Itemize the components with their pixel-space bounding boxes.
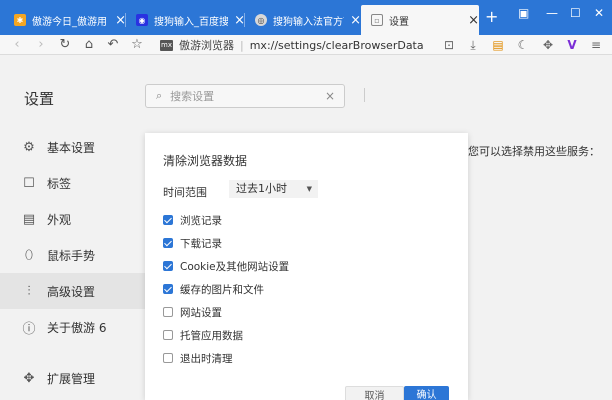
checkbox[interactable] bbox=[163, 215, 173, 225]
cancel-button[interactable]: 取消 bbox=[345, 386, 404, 400]
extensions-icon[interactable]: ✥ bbox=[540, 36, 556, 54]
checkbox[interactable] bbox=[163, 238, 173, 248]
option-label: 浏览记录 bbox=[180, 214, 222, 227]
window-close-icon[interactable]: ✕ bbox=[594, 6, 604, 20]
sidebar-item-label: 外观 bbox=[47, 212, 72, 227]
home-icon[interactable]: ⌂ bbox=[80, 36, 98, 54]
sidebar-item-label: 关于傲游 6 bbox=[47, 320, 107, 335]
tab-bar: ✱ 傲游今日_傲游用 × ◉ 搜狗输入_百度搜 × ◎ 搜狗输入法官方下 × ▫… bbox=[0, 0, 612, 35]
sidebar-item-basic[interactable]: ⚙ 基本设置 bbox=[0, 129, 145, 165]
maxthon-badge-icon: mx bbox=[160, 39, 173, 51]
sidebar-item-extensions[interactable]: ✥ 扩展管理 bbox=[0, 360, 145, 396]
address-bar[interactable]: mx 傲游浏览器 | mx://settings/clearBrowserDat… bbox=[160, 35, 430, 55]
option-site-settings[interactable]: 网站设置 bbox=[163, 305, 222, 319]
sidebar-item-label: 基本设置 bbox=[47, 140, 96, 155]
screenshot-icon[interactable]: ⊡ bbox=[441, 36, 457, 54]
info-icon: ⓘ bbox=[22, 321, 36, 337]
appearance-icon: ▤ bbox=[22, 211, 36, 227]
sidebar-item-mouse-gestures[interactable]: ⬯ 鼠标手势 bbox=[0, 237, 145, 273]
option-label: 退出时清理 bbox=[180, 352, 233, 365]
tab-label: 设置 bbox=[389, 16, 409, 28]
tab-sogou[interactable]: ◎ 搜狗输入法官方下 × bbox=[245, 5, 361, 35]
background-setting-text: 您可以选择禁用这些服务： bbox=[468, 145, 600, 158]
time-range-select[interactable]: 过去1小时 ▼ bbox=[229, 180, 318, 198]
sidebar-item-tabs[interactable]: ☐ 标签 bbox=[0, 165, 145, 201]
mouse-icon: ⬯ bbox=[24, 247, 34, 263]
tab-baidu[interactable]: ◉ 搜狗输入_百度搜 × bbox=[126, 5, 245, 35]
checkbox[interactable] bbox=[163, 353, 173, 363]
back-icon[interactable]: ‹ bbox=[8, 36, 26, 54]
sliders-icon: ⫶ bbox=[27, 283, 31, 299]
address-app-name: 傲游浏览器 bbox=[179, 39, 234, 52]
search-input[interactable]: ⌕ 搜索设置 × bbox=[145, 84, 345, 108]
checkbox[interactable] bbox=[163, 261, 173, 271]
option-hosted-app-data[interactable]: 托管应用数据 bbox=[163, 328, 243, 342]
night-mode-icon[interactable]: ☾ bbox=[515, 36, 531, 54]
sidebar-item-advanced[interactable]: ⫶ 高级设置 bbox=[0, 273, 145, 309]
window-menu-icon[interactable]: ▣ bbox=[518, 6, 529, 20]
checkbox[interactable] bbox=[163, 330, 173, 340]
star-icon[interactable]: ☆ bbox=[128, 36, 146, 54]
sidebar-item-label: 扩展管理 bbox=[47, 371, 96, 386]
option-download-history[interactable]: 下载记录 bbox=[163, 236, 222, 250]
maxthon-logo-icon[interactable]: V bbox=[564, 36, 580, 54]
checkbox[interactable] bbox=[163, 307, 173, 317]
download-icon[interactable]: ⤓ bbox=[465, 36, 481, 54]
tab-maxthon-today[interactable]: ✱ 傲游今日_傲游用 × bbox=[4, 5, 126, 35]
sidebar-item-about[interactable]: ⓘ 关于傲游 6 bbox=[0, 309, 145, 345]
search-placeholder: 搜索设置 bbox=[170, 90, 215, 103]
confirm-button[interactable]: 确认 bbox=[404, 386, 449, 400]
globe-icon: ◎ bbox=[255, 14, 267, 26]
option-label: 网站设置 bbox=[180, 306, 222, 319]
tab-label: 搜狗输入_百度搜 bbox=[154, 16, 229, 28]
chevron-down-icon: ▼ bbox=[306, 185, 312, 193]
maxthon-today-icon: ✱ bbox=[14, 14, 26, 26]
option-cached-files[interactable]: 缓存的图片和文件 bbox=[163, 282, 264, 296]
option-clear-on-exit[interactable]: 退出时清理 bbox=[163, 351, 233, 365]
tab-label: 傲游今日_傲游用 bbox=[32, 16, 107, 28]
forward-icon[interactable]: › bbox=[32, 36, 50, 54]
header-divider bbox=[364, 88, 365, 102]
option-browsing-history[interactable]: 浏览记录 bbox=[163, 213, 222, 227]
tab-settings[interactable]: ▫ 设置 × bbox=[361, 5, 479, 35]
close-icon[interactable]: × bbox=[468, 14, 479, 27]
close-icon[interactable]: × bbox=[234, 14, 245, 27]
close-icon[interactable]: × bbox=[350, 14, 361, 27]
puzzle-icon: ✥ bbox=[23, 370, 35, 386]
address-toolbar: ‹ › ↻ ⌂ ↶ ☆ mx 傲游浏览器 | mx://settings/cle… bbox=[0, 35, 612, 55]
option-label: 缓存的图片和文件 bbox=[180, 283, 264, 296]
sidebar-item-label: 标签 bbox=[47, 176, 72, 191]
page-title: 设置 bbox=[24, 90, 55, 108]
search-icon: ⌕ bbox=[156, 89, 163, 102]
sidebar-item-label: 高级设置 bbox=[47, 284, 96, 299]
option-cookies[interactable]: Cookie及其他网站设置 bbox=[163, 259, 289, 273]
clear-search-icon[interactable]: × bbox=[325, 89, 335, 103]
tab-icon: ☐ bbox=[23, 175, 35, 191]
sidebar-item-appearance[interactable]: ▤ 外观 bbox=[0, 201, 145, 237]
settings-tab-icon: ▫ bbox=[371, 14, 383, 26]
sidebar-item-label: 鼠标手势 bbox=[47, 248, 96, 263]
option-label: Cookie及其他网站设置 bbox=[180, 260, 290, 273]
address-divider: | bbox=[240, 38, 244, 52]
maximize-icon[interactable]: ☐ bbox=[570, 6, 581, 20]
notes-icon[interactable]: ▤ bbox=[490, 36, 506, 54]
time-range-label: 时间范围 bbox=[163, 186, 207, 199]
clear-data-dialog: 清除浏览器数据 时间范围 过去1小时 ▼ 浏览记录 下载记录 Cookie及其他… bbox=[145, 133, 468, 400]
checkbox[interactable] bbox=[163, 284, 173, 294]
new-tab-button[interactable]: + bbox=[485, 9, 498, 25]
menu-icon[interactable]: ≡ bbox=[588, 36, 604, 54]
tab-label: 搜狗输入法官方下 bbox=[273, 16, 344, 28]
close-icon[interactable]: × bbox=[115, 14, 126, 27]
dialog-title: 清除浏览器数据 bbox=[163, 154, 248, 168]
address-url: mx://settings/clearBrowserData bbox=[249, 38, 424, 52]
gear-icon: ⚙ bbox=[23, 139, 35, 155]
option-label: 托管应用数据 bbox=[180, 329, 243, 342]
reload-icon[interactable]: ↻ bbox=[56, 36, 74, 54]
baidu-icon: ◉ bbox=[136, 14, 148, 26]
time-range-value: 过去1小时 bbox=[236, 182, 287, 195]
option-label: 下载记录 bbox=[180, 237, 222, 250]
minimize-icon[interactable]: — bbox=[546, 6, 558, 20]
undo-icon[interactable]: ↶ bbox=[104, 36, 122, 54]
